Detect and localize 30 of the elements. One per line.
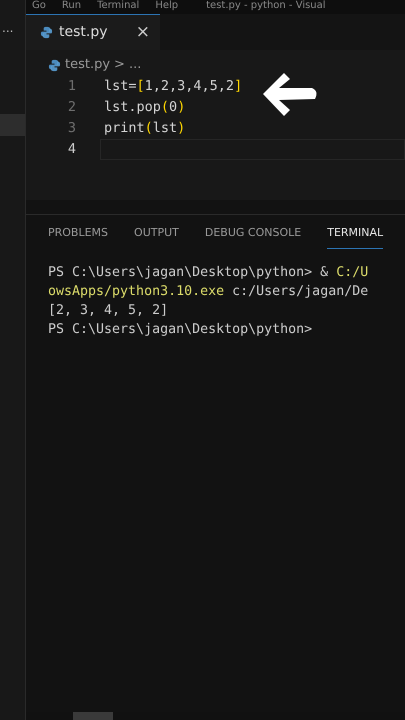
more-icon[interactable]: ... bbox=[0, 22, 25, 34]
line-number: 3 bbox=[66, 119, 77, 138]
python-file-icon bbox=[40, 26, 53, 39]
panel-tab[interactable]: DEBUG CONSOLE bbox=[204, 224, 302, 249]
code-line: print(lst) bbox=[104, 119, 186, 138]
line-number: 4 bbox=[66, 140, 77, 160]
scrollbar-thumb[interactable] bbox=[73, 712, 113, 720]
terminal-line: owsApps/python3.10.exe c:/Users/jagan/De bbox=[48, 283, 370, 301]
menu-item[interactable]: Go bbox=[32, 0, 46, 14]
line-number: 1 bbox=[66, 77, 77, 96]
file-tab[interactable]: test.py × bbox=[26, 14, 160, 50]
arrow-icon bbox=[263, 73, 316, 116]
code-line: lst=[1,2,3,4,5,2] bbox=[104, 77, 242, 96]
menu-item[interactable]: Run bbox=[62, 0, 82, 14]
terminal-line: [2, 3, 4, 5, 2] bbox=[48, 302, 170, 320]
close-button[interactable]: × bbox=[136, 24, 150, 41]
panel-tab[interactable]: PROBLEMS bbox=[48, 224, 108, 249]
terminal-line: PS C:\Users\jagan\Desktop\python> & C:/U bbox=[48, 264, 370, 282]
python-file-icon bbox=[48, 58, 61, 72]
terminal-line: PS C:\Users\jagan\Desktop\python> bbox=[48, 321, 314, 339]
panel-tab[interactable]: OUTPUT bbox=[134, 224, 179, 249]
breadcrumb-item[interactable]: ... bbox=[128, 55, 142, 75]
code-line: lst.pop(0) bbox=[104, 98, 186, 118]
window-title: test.py - python - Visual bbox=[206, 0, 326, 13]
breadcrumb-item[interactable]: test.py bbox=[65, 55, 110, 75]
menu-item[interactable]: Terminal bbox=[97, 0, 140, 14]
breadcrumb-separator: > bbox=[114, 56, 125, 74]
line-number: 2 bbox=[66, 98, 77, 118]
panel-tab[interactable]: TERMINAL bbox=[327, 224, 384, 249]
menu-item[interactable]: Help bbox=[155, 0, 178, 14]
